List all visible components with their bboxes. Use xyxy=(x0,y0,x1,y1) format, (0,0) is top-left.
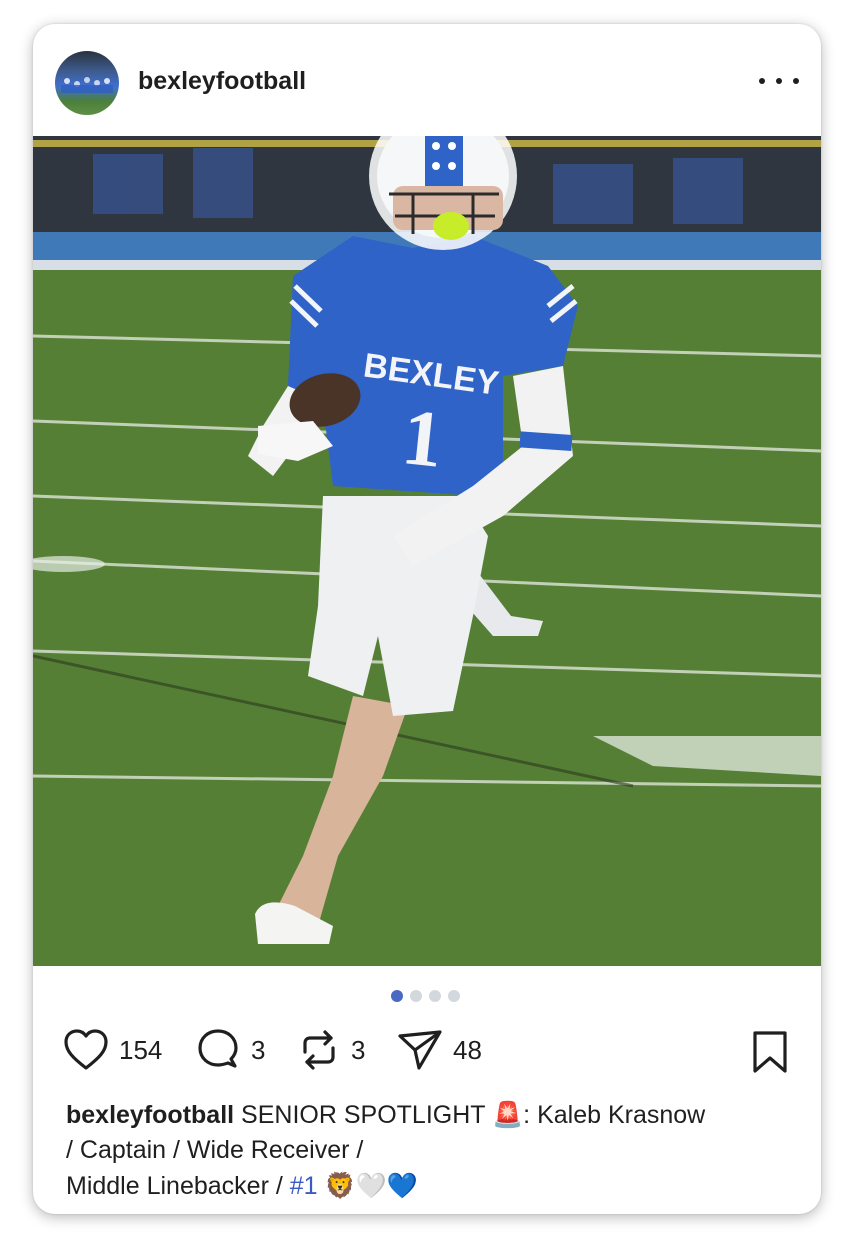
bookmark-icon xyxy=(753,1031,787,1073)
action-bar: 154 3 3 48 xyxy=(33,1024,821,1080)
caption-emojis: 🦁🤍💙 xyxy=(324,1171,418,1200)
post-card: bexleyfootball BEXLEY 1 154 3 3 48 bexle… xyxy=(33,24,821,1214)
caption-text: : Kaleb Krasnow xyxy=(523,1101,706,1129)
more-horizontal-icon[interactable] xyxy=(759,67,799,95)
caption-username[interactable]: bexleyfootball xyxy=(66,1101,234,1129)
post-caption: bexleyfootball SENIOR SPOTLIGHT 🚨: Kaleb… xyxy=(66,1097,801,1204)
post-photo[interactable]: BEXLEY 1 xyxy=(33,136,821,966)
siren-emoji: 🚨 xyxy=(492,1100,524,1129)
caption-text: SENIOR SPOTLIGHT xyxy=(241,1101,486,1129)
repost-count: 3 xyxy=(351,1034,366,1065)
send-icon xyxy=(398,1030,442,1070)
like-button[interactable]: 154 xyxy=(63,1028,162,1072)
carousel-dot xyxy=(410,990,422,1002)
caption-text: / Captain / Wide Receiver / xyxy=(66,1136,364,1164)
share-button[interactable]: 48 xyxy=(397,1028,482,1072)
comment-bubble-icon xyxy=(198,1029,238,1068)
post-username[interactable]: bexleyfootball xyxy=(138,67,306,96)
repost-icon xyxy=(303,1030,335,1070)
carousel-indicator xyxy=(391,990,460,1002)
save-button[interactable] xyxy=(751,1030,789,1079)
heart-icon xyxy=(64,1029,108,1070)
like-count: 154 xyxy=(119,1034,163,1065)
caption-text: Middle Linebacker / xyxy=(66,1172,290,1200)
comment-button[interactable]: 3 xyxy=(195,1028,265,1072)
post-header: bexleyfootball xyxy=(33,24,821,136)
carousel-dot xyxy=(429,990,441,1002)
carousel-dot xyxy=(448,990,460,1002)
comment-count: 3 xyxy=(251,1034,266,1065)
avatar[interactable] xyxy=(55,51,119,115)
hashtag-link[interactable]: #1 xyxy=(290,1172,318,1200)
carousel-dot xyxy=(391,990,403,1002)
repost-button[interactable]: 3 xyxy=(297,1028,365,1072)
share-count: 48 xyxy=(453,1034,482,1065)
